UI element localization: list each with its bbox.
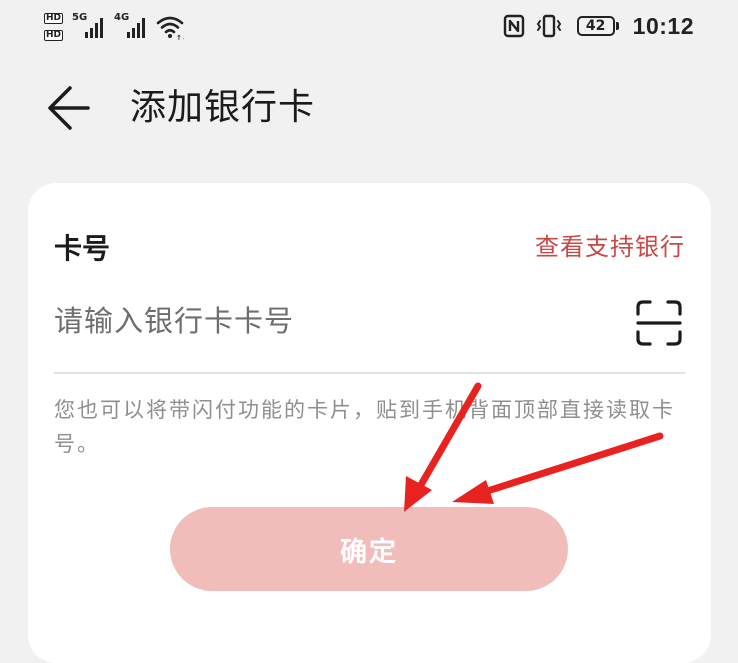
nfc-hint-text: 您也可以将带闪付功能的卡片，贴到手机背面顶部直接读取卡号。 xyxy=(54,398,675,456)
svg-text:↑↓: ↑↓ xyxy=(176,34,184,40)
card-number-input[interactable] xyxy=(54,293,614,349)
divider xyxy=(54,372,685,374)
clock: 10:12 xyxy=(632,12,694,39)
view-supported-banks-link[interactable]: 查看支持银行 xyxy=(535,227,685,262)
confirm-button[interactable]: 确定 xyxy=(170,507,568,591)
battery-icon: 42 xyxy=(576,16,619,36)
hd-badge: HD xyxy=(44,13,64,24)
scan-card-button[interactable] xyxy=(635,299,683,347)
wifi-icon: ↑↓ xyxy=(156,16,184,40)
add-card-form: 卡号 查看支持银行 您也可以将带闪付功能的卡片，贴到手机背面顶部直接读取卡号。 … xyxy=(28,183,711,663)
signal-icon xyxy=(85,18,103,38)
scan-icon xyxy=(636,300,682,346)
card-number-label: 卡号 xyxy=(54,232,111,265)
status-bar: HD HD 5G 4G ↑↓ 42 10:12 xyxy=(0,0,738,52)
arrow-left-icon xyxy=(48,86,90,130)
vibrate-icon xyxy=(536,14,561,38)
signal-icon xyxy=(127,18,145,38)
battery-level: 42 xyxy=(585,18,606,34)
page-title: 添加银行卡 xyxy=(130,87,316,128)
nfc-icon xyxy=(503,14,524,38)
hd-badge: HD xyxy=(44,30,64,41)
back-button[interactable] xyxy=(44,80,100,136)
